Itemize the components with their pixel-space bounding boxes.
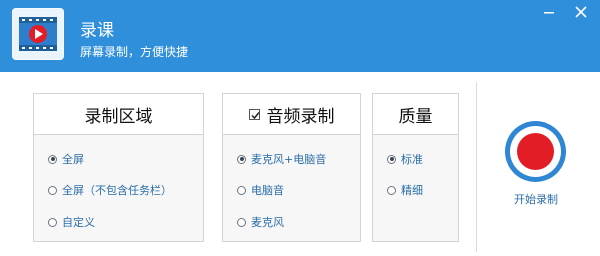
region-panel-title: 录制区域: [84, 106, 153, 127]
audio-panel-header: 音频录制: [223, 94, 360, 135]
quality-option-standard[interactable]: 标准: [387, 151, 423, 167]
radio-icon[interactable]: [48, 185, 57, 195]
option-label: 全屏: [62, 153, 84, 166]
audio-option-mic-and-system[interactable]: 麦克风+电脑音: [237, 151, 326, 167]
minimize-icon[interactable]: [538, 3, 560, 21]
quality-panel: 质量 标准 精细: [372, 93, 459, 242]
audio-option-mic[interactable]: 麦克风: [237, 214, 284, 230]
audio-option-system[interactable]: 电脑音: [237, 182, 284, 198]
radio-selected-icon[interactable]: [48, 154, 57, 164]
app-title: 录课: [80, 21, 114, 41]
app-logo-icon: [12, 8, 64, 60]
radio-selected-icon[interactable]: [387, 154, 396, 164]
radio-icon[interactable]: [237, 217, 246, 227]
radio-icon[interactable]: [387, 185, 396, 195]
region-option-fullscreen[interactable]: 全屏: [48, 151, 84, 167]
record-dot-icon: [517, 133, 554, 170]
region-option-custom[interactable]: 自定义: [48, 214, 95, 230]
region-panel: 录制区域 全屏 全屏（不包含任务栏） 自定义: [33, 93, 204, 242]
radio-selected-icon[interactable]: [237, 154, 246, 164]
close-icon[interactable]: [570, 3, 592, 21]
radio-icon[interactable]: [237, 185, 246, 195]
radio-icon[interactable]: [48, 217, 57, 227]
region-panel-header: 录制区域: [34, 94, 203, 135]
option-label: 精细: [401, 184, 423, 197]
record-ring: [510, 126, 561, 177]
audio-panel-title: 音频录制: [266, 106, 335, 127]
start-record-label[interactable]: 开始录制: [502, 191, 570, 207]
quality-option-fine[interactable]: 精细: [387, 182, 423, 198]
option-label: 麦克风+电脑音: [251, 153, 327, 166]
quality-panel-header: 质量: [373, 94, 458, 135]
option-label: 全屏（不包含任务栏）: [62, 184, 172, 197]
option-label: 麦克风: [251, 216, 284, 229]
region-option-fullscreen-no-taskbar[interactable]: 全屏（不包含任务栏）: [48, 182, 172, 198]
audio-enable-checkbox[interactable]: [248, 108, 260, 120]
start-record-button[interactable]: [505, 121, 566, 182]
quality-panel-title: 质量: [398, 106, 433, 127]
option-label: 标准: [401, 153, 423, 166]
audio-panel: 音频录制 麦克风+电脑音 电脑音 麦克风: [222, 93, 361, 242]
app-subtitle: 屏幕录制，方便快捷: [80, 45, 189, 59]
option-label: 自定义: [62, 216, 95, 229]
divider: [476, 82, 477, 252]
title-bar: 录课 屏幕录制，方便快捷: [0, 0, 600, 72]
option-label: 电脑音: [251, 184, 284, 197]
